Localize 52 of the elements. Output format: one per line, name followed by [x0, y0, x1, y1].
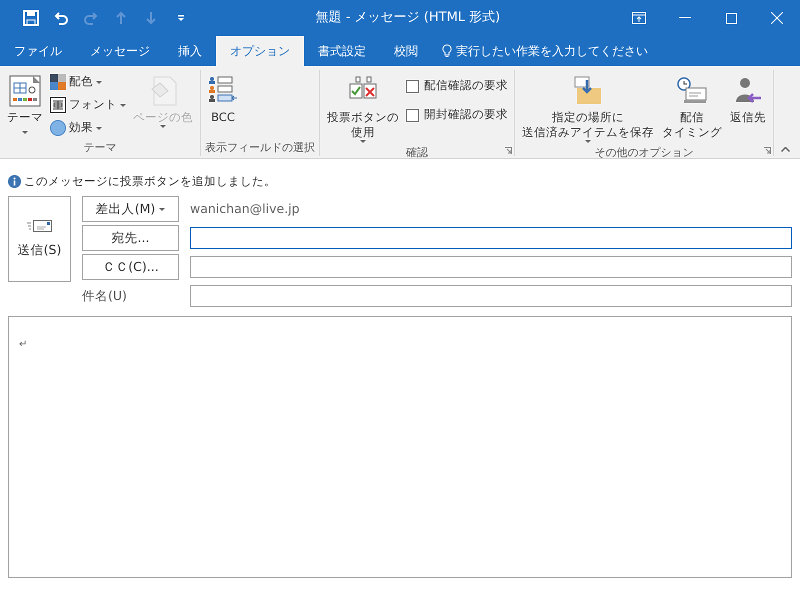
ribbon-button[interactable]: BCC — [205, 70, 241, 140]
checkbox-label: 開封確認の要求 — [424, 106, 508, 124]
ribbon-button[interactable]: 返信先 — [727, 70, 769, 145]
ribbon-button[interactable]: 投票ボタンの 使用 — [324, 70, 402, 145]
ribbon-tab[interactable]: 校閲 — [380, 36, 432, 66]
info-icon — [8, 175, 21, 188]
envelope-icon — [26, 218, 52, 233]
ribbon-tab[interactable]: ファイル — [0, 36, 76, 66]
dialog-launcher-icon[interactable] — [505, 147, 512, 154]
font-icon — [50, 97, 66, 113]
theme-icon — [9, 75, 41, 107]
effects-icon — [50, 120, 66, 136]
cc-field[interactable] — [190, 256, 792, 278]
sender-address: wanichan@live.jp — [190, 200, 300, 218]
lightbulb-icon — [442, 44, 452, 58]
group-label: テーマ — [84, 140, 116, 156]
dropdown-caret-icon — [159, 208, 166, 211]
subject-label: 件名(U) — [82, 286, 128, 305]
dialog-launcher-icon[interactable] — [764, 147, 771, 154]
ribbon-button[interactable]: テーマ — [4, 70, 46, 140]
to-button[interactable]: 宛先... — [82, 225, 179, 252]
checkbox[interactable] — [406, 108, 419, 122]
checkbox-label: 配信確認の要求 — [424, 77, 508, 94]
group-label: 確認 — [406, 145, 428, 161]
checkbox[interactable] — [406, 80, 419, 92]
save-icon[interactable] — [23, 10, 39, 26]
group-label: その他のオプション — [594, 145, 694, 161]
group-label: 表示フィールドの選択 — [205, 140, 315, 156]
tell-me-field[interactable]: 実行したい作業を入力してください — [456, 42, 648, 60]
ribbon-button[interactable]: 配信 タイミング — [659, 70, 725, 145]
ribbon-tab[interactable]: メッセージ — [76, 36, 164, 66]
window-title: 無題 - メッセージ (HTML 形式) — [314, 9, 502, 28]
from-button[interactable]: 差出人(M) — [82, 196, 179, 222]
collapse-ribbon-icon[interactable] — [781, 147, 790, 152]
save-to-folder-icon — [573, 76, 603, 106]
ribbon-button[interactable]: 効果 — [48, 117, 128, 139]
undo-icon[interactable] — [53, 10, 69, 26]
subject-field[interactable] — [190, 285, 792, 308]
ribbon-button[interactable]: 配色 — [48, 71, 128, 93]
to-field[interactable] — [190, 227, 792, 250]
ribbon-tab[interactable]: 挿入 — [164, 36, 216, 66]
ribbon-tab[interactable]: 書式設定 — [304, 36, 380, 66]
ribbon-tab[interactable]: オプション — [216, 36, 304, 66]
cc-button[interactable]: ＣＣ(C)... — [82, 254, 179, 280]
info-message: このメッセージに投票ボタンを追加しました。 — [24, 173, 276, 190]
ribbon-button[interactable]: フォント — [48, 94, 128, 116]
color-scheme-icon — [50, 74, 66, 90]
paragraph-mark: ↵ — [19, 339, 28, 350]
message-body[interactable]: ↵ — [8, 316, 792, 578]
delay-delivery-icon — [676, 76, 708, 106]
ribbon-button[interactable]: 指定の場所に 送信済みアイテムを保存 — [519, 70, 657, 145]
send-button[interactable]: 送信(S) — [8, 196, 71, 282]
